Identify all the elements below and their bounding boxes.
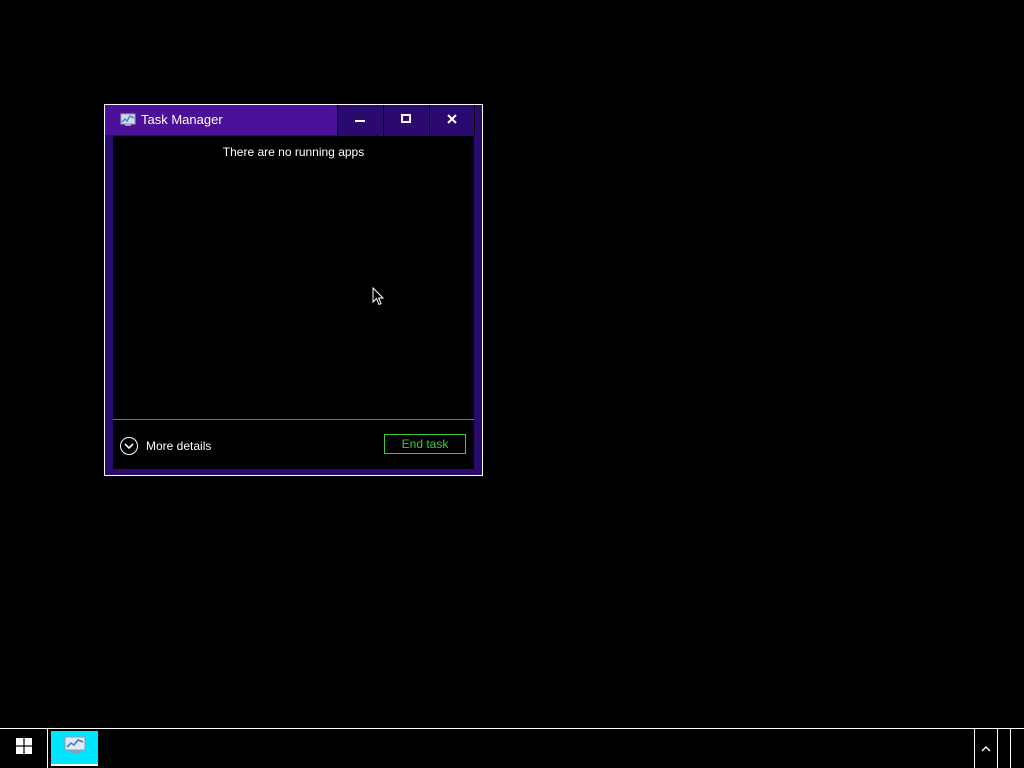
taskbar-task-manager-button[interactable] bbox=[51, 731, 98, 766]
end-task-button[interactable]: End task bbox=[384, 434, 466, 454]
empty-state-message: There are no running apps bbox=[222, 145, 365, 159]
taskbar bbox=[0, 728, 1024, 768]
title-bar[interactable]: Task Manager bbox=[105, 105, 482, 135]
task-manager-icon bbox=[120, 113, 136, 127]
show-hidden-icons-button[interactable] bbox=[974, 729, 998, 768]
task-manager-window: Task Manager There are no running apps M… bbox=[104, 104, 483, 476]
task-manager-icon bbox=[63, 735, 87, 760]
minimize-button[interactable] bbox=[337, 105, 381, 135]
chevron-down-icon bbox=[120, 437, 138, 455]
close-icon bbox=[447, 111, 457, 129]
start-button[interactable] bbox=[0, 729, 48, 768]
app-list-area: There are no running apps More details E… bbox=[113, 136, 474, 469]
windows-logo-icon bbox=[15, 738, 32, 759]
maximize-icon bbox=[400, 111, 411, 129]
more-details-toggle[interactable]: More details bbox=[120, 436, 211, 456]
window-title: Task Manager bbox=[141, 112, 223, 127]
show-desktop-button[interactable] bbox=[1010, 729, 1024, 768]
mouse-cursor-icon bbox=[372, 286, 385, 306]
title-area[interactable]: Task Manager bbox=[105, 105, 337, 135]
close-button[interactable] bbox=[429, 105, 475, 135]
maximize-button[interactable] bbox=[383, 105, 427, 135]
desktop: Task Manager There are no running apps M… bbox=[0, 0, 1024, 728]
footer-divider bbox=[113, 419, 474, 420]
minimize-icon bbox=[354, 111, 365, 129]
more-details-label: More details bbox=[146, 439, 212, 453]
chevron-up-icon bbox=[981, 740, 991, 758]
